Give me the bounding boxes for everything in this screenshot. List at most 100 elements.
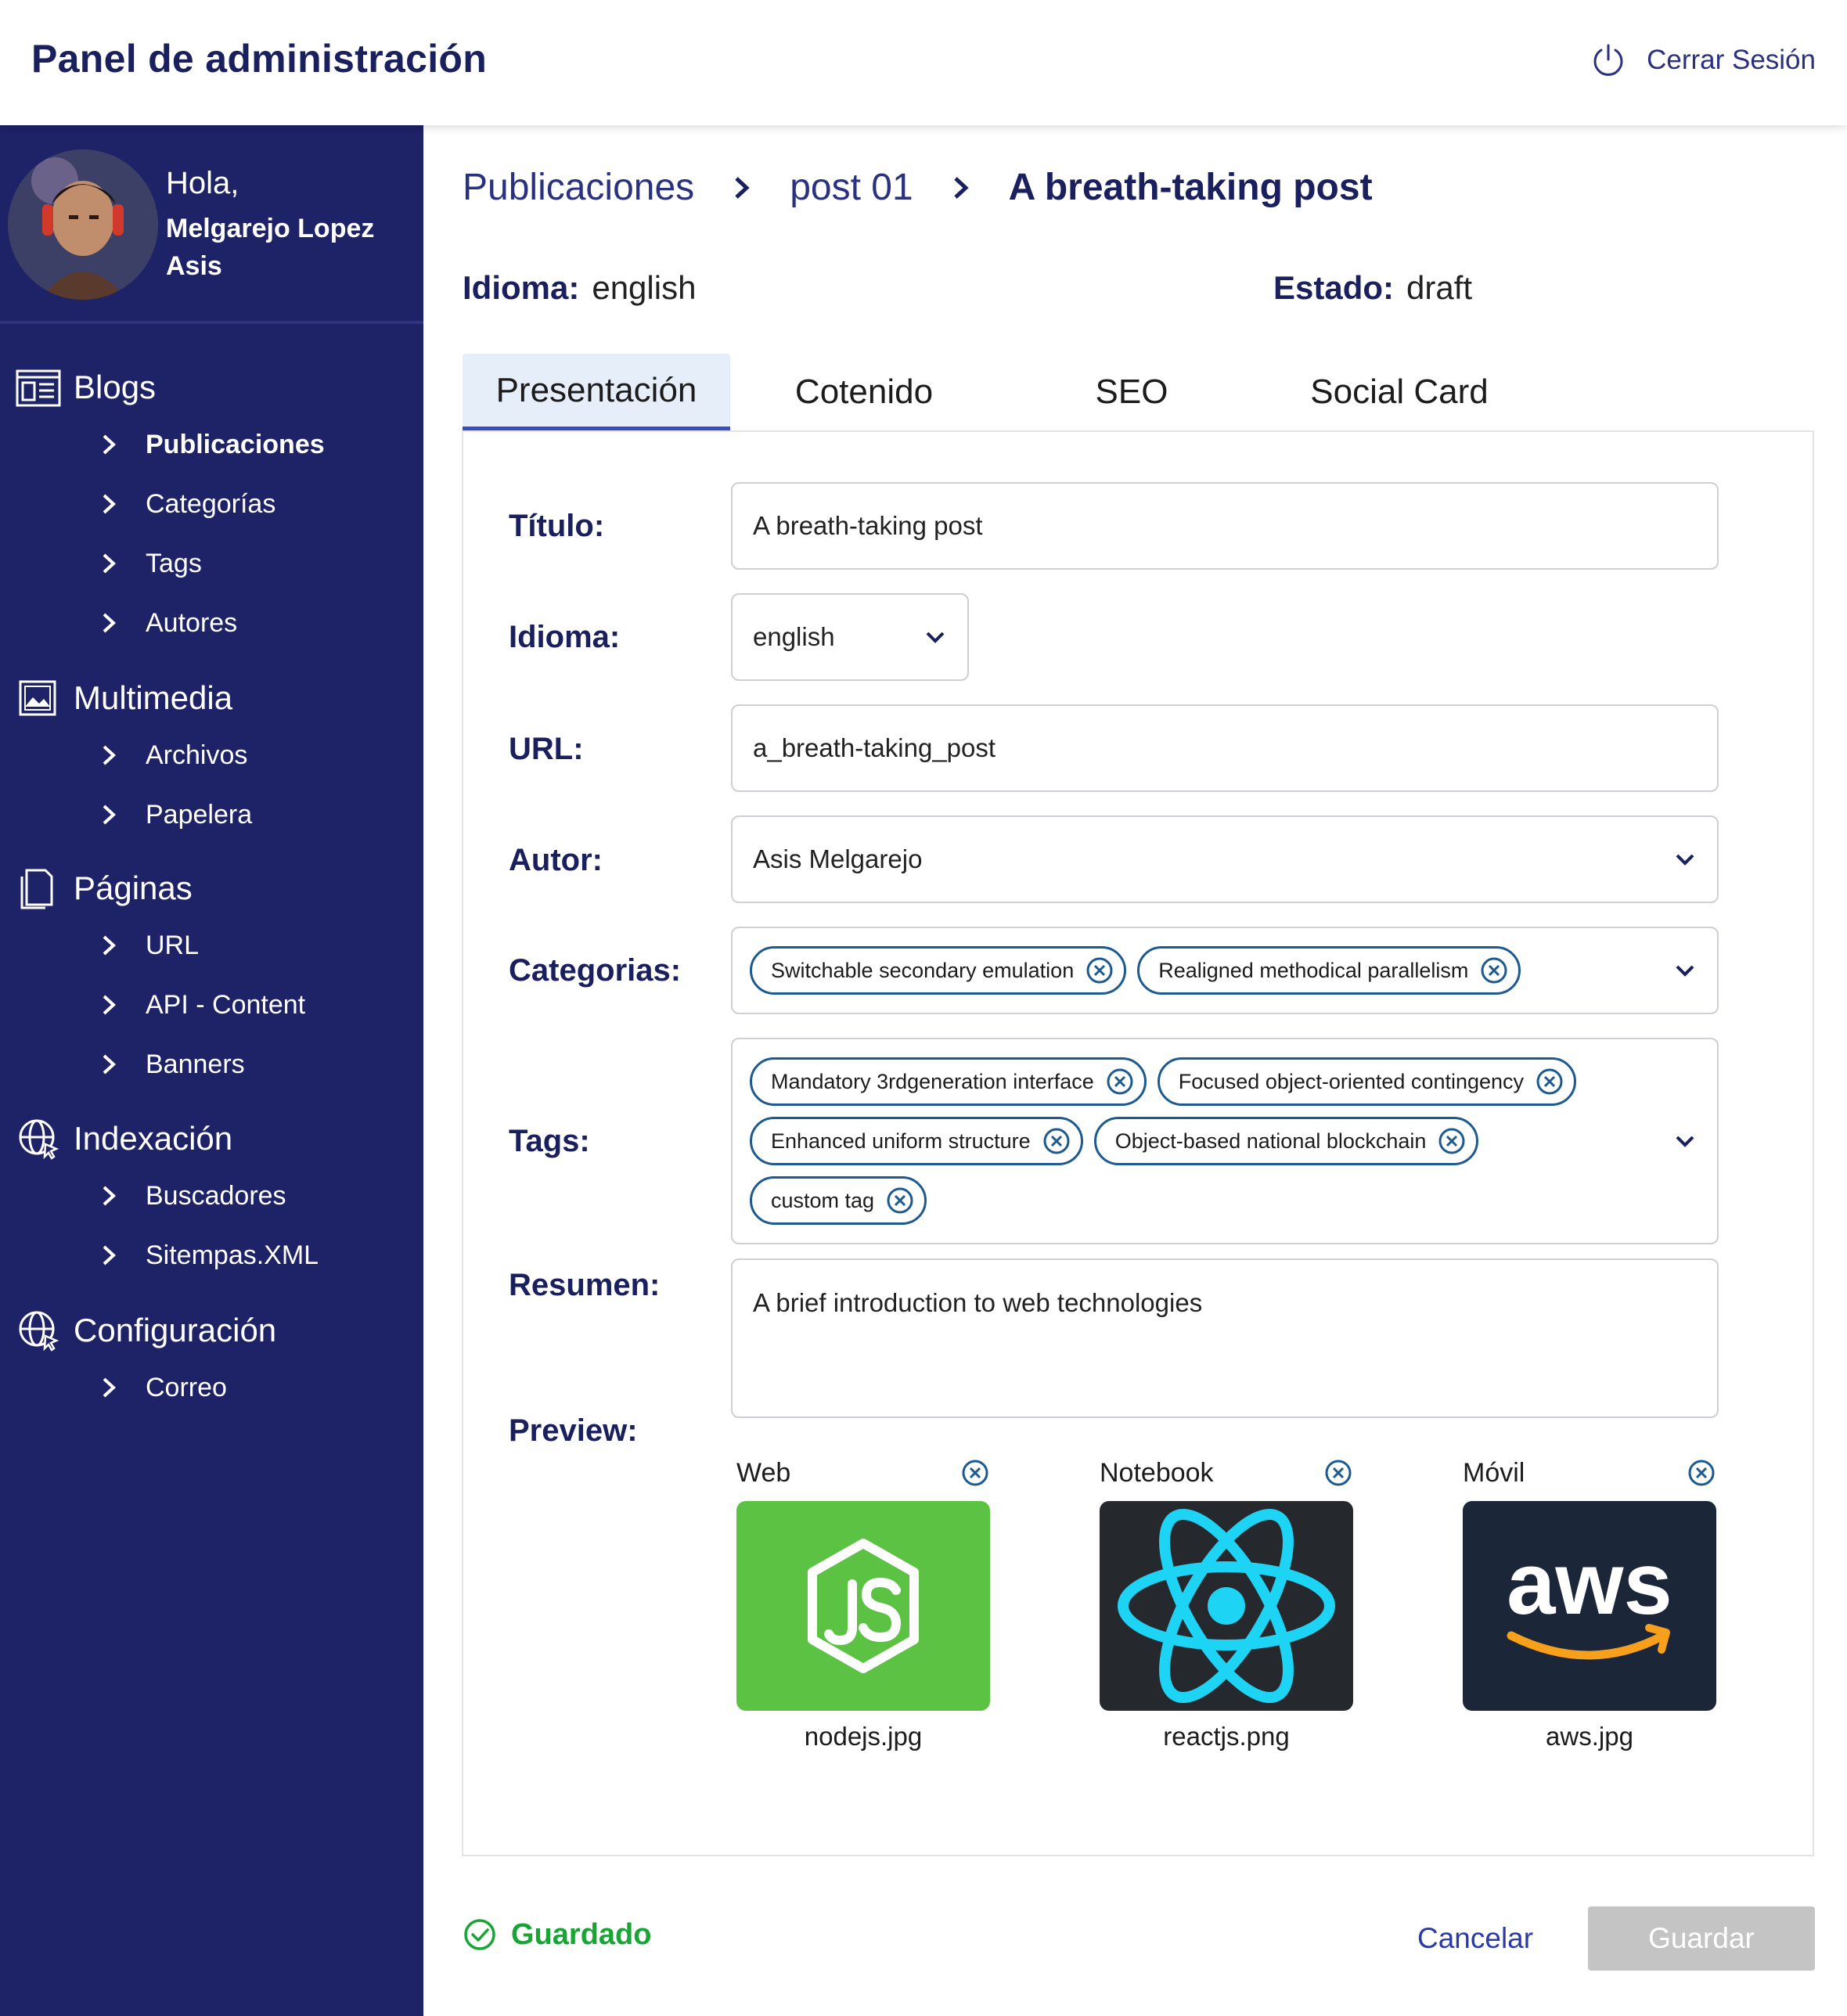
breadcrumb: Publicaciones post 01 A breath-taking po… bbox=[463, 166, 1373, 209]
logout-button[interactable]: Cerrar Sesión bbox=[1590, 42, 1816, 78]
nav-head-indexacion[interactable]: Indexación bbox=[0, 1111, 423, 1166]
remove-chip-icon[interactable] bbox=[1105, 1067, 1135, 1096]
preview-header: Web bbox=[736, 1456, 990, 1490]
url-label: URL: bbox=[509, 732, 584, 766]
tags-multiselect[interactable]: Mandatory 3rdgeneration interface Focuse… bbox=[731, 1038, 1719, 1244]
category-chip: Realigned methodical parallelism bbox=[1137, 946, 1521, 995]
remove-image-icon[interactable] bbox=[1687, 1458, 1716, 1488]
save-button[interactable]: Guardar bbox=[1588, 1906, 1815, 1971]
tab-presentacion[interactable]: Presentación bbox=[463, 354, 730, 430]
remove-chip-icon[interactable] bbox=[1437, 1126, 1467, 1156]
language-label: Idioma: bbox=[509, 620, 621, 654]
nav-item-label: Categorías bbox=[146, 488, 276, 519]
image-icon bbox=[19, 680, 56, 716]
remove-chip-icon[interactable] bbox=[885, 1186, 915, 1215]
author-select-value: Asis Melgarejo bbox=[753, 844, 923, 873]
preview-header: Móvil bbox=[1463, 1456, 1716, 1490]
nav-head-paginas[interactable]: Páginas bbox=[0, 861, 423, 916]
language-select[interactable]: english bbox=[731, 593, 969, 681]
categories-multiselect[interactable]: Switchable secondary emulation Realigned… bbox=[731, 927, 1719, 1014]
nav-head-label: Configuración bbox=[74, 1312, 277, 1348]
nav-item-label: Banners bbox=[146, 1049, 245, 1079]
nav-section-multimedia: Multimedia Archivos Papelera bbox=[0, 671, 423, 844]
nav-item-sitemaps[interactable]: Sitempas.XML bbox=[0, 1226, 423, 1285]
nav-item-api-content[interactable]: API - Content bbox=[0, 975, 423, 1035]
nav-item-categorias[interactable]: Categorías bbox=[0, 474, 423, 534]
remove-chip-icon[interactable] bbox=[1042, 1126, 1071, 1156]
nav-item-correo[interactable]: Correo bbox=[0, 1358, 423, 1417]
nav-item-tags[interactable]: Tags bbox=[0, 534, 423, 593]
nav-head-multimedia[interactable]: Multimedia bbox=[0, 671, 423, 725]
remove-chip-icon[interactable] bbox=[1085, 956, 1114, 985]
nav-item-buscadores[interactable]: Buscadores bbox=[0, 1166, 423, 1226]
nav-item-label: Archivos bbox=[146, 740, 248, 770]
preview-thumbnail[interactable] bbox=[736, 1501, 990, 1711]
chevron-right-icon bbox=[103, 935, 116, 956]
preview-card-notebook: Notebook reactjs.png bbox=[1100, 1456, 1353, 1751]
remove-image-icon[interactable] bbox=[1323, 1458, 1353, 1488]
nodejs-logo bbox=[808, 1539, 919, 1673]
breadcrumb-publicaciones[interactable]: Publicaciones bbox=[463, 166, 694, 209]
cancel-button[interactable]: Cancelar bbox=[1417, 1922, 1533, 1955]
author-select[interactable]: Asis Melgarejo bbox=[731, 815, 1719, 903]
preview-thumbnail[interactable] bbox=[1100, 1501, 1353, 1711]
tab-social-card[interactable]: Social Card bbox=[1266, 354, 1533, 430]
tag-chip: Enhanced uniform structure bbox=[750, 1117, 1083, 1165]
tab-seo[interactable]: SEO bbox=[998, 354, 1266, 430]
nav-section-blogs: Blogs Publicaciones Categorías Tags Auto… bbox=[0, 360, 423, 653]
nav-item-papelera[interactable]: Papelera bbox=[0, 785, 423, 844]
remove-image-icon[interactable] bbox=[960, 1458, 990, 1488]
chip-label: Enhanced uniform structure bbox=[771, 1129, 1031, 1153]
categories-label: Categorias: bbox=[509, 953, 682, 988]
chevron-down-icon bbox=[1676, 1136, 1694, 1147]
preview-device-label: Notebook bbox=[1100, 1457, 1214, 1488]
chevron-right-icon bbox=[103, 613, 116, 633]
chevron-right-icon bbox=[103, 494, 116, 514]
tag-chip: custom tag bbox=[750, 1176, 927, 1225]
nav-item-label: Correo bbox=[146, 1372, 227, 1402]
chevron-right-icon bbox=[103, 553, 116, 574]
title-label: Título: bbox=[509, 509, 605, 543]
tab-contenido[interactable]: Cotenido bbox=[730, 354, 998, 430]
nav-head-label: Indexación bbox=[74, 1120, 233, 1157]
avatar-portrait-icon bbox=[8, 149, 158, 300]
preview-device-label: Móvil bbox=[1463, 1457, 1525, 1488]
remove-chip-icon[interactable] bbox=[1479, 956, 1509, 985]
chevron-right-icon bbox=[103, 1186, 116, 1206]
sidebar: Hola, Melgarejo Lopez Asis Blogs Publica… bbox=[0, 125, 423, 2016]
meta-status: Estado: draft bbox=[1273, 269, 1472, 307]
nav-item-url[interactable]: URL bbox=[0, 916, 423, 975]
title-input[interactable]: A breath-taking post bbox=[731, 482, 1719, 570]
chip-label: Mandatory 3rdgeneration interface bbox=[771, 1069, 1094, 1093]
nav-item-label: Sitempas.XML bbox=[146, 1240, 319, 1270]
remove-chip-icon[interactable] bbox=[1535, 1067, 1564, 1096]
nav-item-banners[interactable]: Banners bbox=[0, 1035, 423, 1094]
app-title: Panel de administración bbox=[31, 37, 488, 81]
summary-textarea[interactable]: A brief introduction to web technologies bbox=[731, 1258, 1719, 1418]
url-input[interactable]: a_breath-taking_post bbox=[731, 704, 1719, 792]
nav-head-configuracion[interactable]: Configuración bbox=[0, 1303, 423, 1358]
main-content: Publicaciones post 01 A breath-taking po… bbox=[423, 125, 1847, 2016]
preview-filename: reactjs.png bbox=[1163, 1722, 1290, 1751]
preview-thumbnail[interactable]: aws bbox=[1463, 1501, 1716, 1711]
saved-status: Guardado bbox=[463, 1917, 651, 1952]
chip-label: Object-based national blockchain bbox=[1114, 1129, 1427, 1153]
nav-head-blogs[interactable]: Blogs bbox=[0, 360, 423, 415]
tag-chip: Mandatory 3rdgeneration interface bbox=[750, 1057, 1147, 1106]
preview-filename: aws.jpg bbox=[1546, 1722, 1633, 1751]
nav-item-label: URL bbox=[146, 930, 200, 960]
preview-filename: nodejs.jpg bbox=[804, 1722, 923, 1751]
nav-item-label: API - Content bbox=[146, 989, 306, 1020]
author-label: Autor: bbox=[509, 843, 603, 877]
avatar[interactable] bbox=[8, 149, 158, 300]
nav-item-publicaciones[interactable]: Publicaciones bbox=[0, 415, 423, 474]
nav-item-label: Papelera bbox=[146, 799, 253, 830]
nav-item-archivos[interactable]: Archivos bbox=[0, 725, 423, 785]
nav-item-label: Tags bbox=[146, 548, 202, 578]
meta-language: Idioma: english bbox=[463, 269, 696, 307]
nav-item-autores[interactable]: Autores bbox=[0, 593, 423, 653]
chevron-right-icon bbox=[103, 1054, 116, 1075]
chevron-right-icon bbox=[103, 1377, 116, 1398]
breadcrumb-post[interactable]: post 01 bbox=[790, 166, 913, 209]
nav-item-label: Autores bbox=[146, 607, 238, 638]
